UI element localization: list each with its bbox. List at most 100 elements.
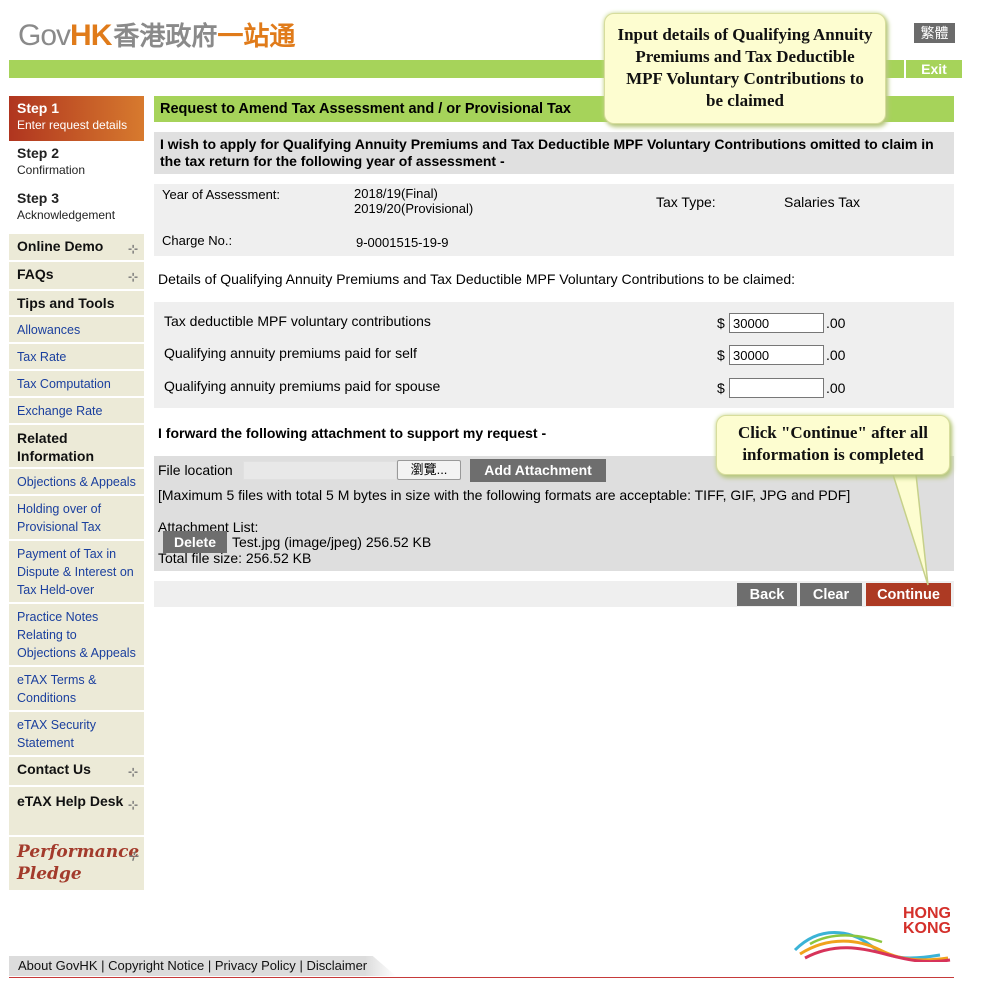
cents-suffix: .00 bbox=[826, 347, 846, 363]
sidebar-item-label: eTAX Help Desk bbox=[17, 793, 124, 809]
step-title: Step 3 bbox=[17, 190, 60, 206]
browse-button[interactable]: 瀏覽... bbox=[397, 460, 461, 480]
details-instruction: Details of Qualifying Annuity Premiums a… bbox=[158, 271, 796, 287]
sidebar-item-performance-pledge[interactable]: Performance Pledge ⊹ bbox=[9, 837, 144, 892]
sidebar-item-faqs[interactable]: FAQs ⊹ bbox=[9, 262, 144, 291]
currency-symbol: $ bbox=[717, 315, 725, 331]
annuity-spouse-input[interactable] bbox=[729, 378, 824, 398]
total-file-size: Total file size: 256.52 KB bbox=[158, 550, 312, 566]
sidebar-item-label: Exchange Rate bbox=[17, 404, 103, 418]
sidebar-item-label: Payment of Tax in Dispute & Interest on … bbox=[17, 547, 134, 597]
footer-link-privacy[interactable]: Privacy Policy bbox=[215, 958, 296, 973]
sidebar-link-tax-rate[interactable]: Tax Rate bbox=[9, 344, 144, 371]
callout-pointer bbox=[889, 465, 929, 586]
expand-plus-icon: ⊹ bbox=[127, 270, 138, 284]
sidebar: Step 1 Enter request details Step 2 Conf… bbox=[9, 96, 144, 892]
sidebar-step-1: Step 1 Enter request details bbox=[9, 96, 144, 141]
footer-link-copyright[interactable]: Copyright Notice bbox=[108, 958, 204, 973]
expand-plus-icon: ⊹ bbox=[127, 242, 138, 256]
yoa-line-2: 2019/20(Provisional) bbox=[354, 201, 474, 216]
logo-hk-text: HK bbox=[70, 19, 112, 52]
logo-gov-text: Gov bbox=[18, 19, 71, 52]
sidebar-item-etax-help-desk[interactable]: eTAX Help Desk ⊹ bbox=[9, 787, 144, 837]
sidebar-link-etax-terms[interactable]: eTAX Terms & Conditions bbox=[9, 667, 144, 712]
expand-plus-icon: ⊹ bbox=[127, 765, 138, 779]
footer-divider bbox=[9, 977, 954, 978]
charge-no-label: Charge No.: bbox=[162, 233, 233, 248]
sidebar-step-2: Step 2 Confirmation bbox=[9, 141, 144, 186]
sidebar-item-label: eTAX Terms & Conditions bbox=[17, 673, 97, 705]
add-attachment-button[interactable]: Add Attachment bbox=[470, 459, 606, 482]
amounts-panel: Tax deductible MPF voluntary contributio… bbox=[154, 302, 954, 408]
logo-zh2-text: 一站通 bbox=[217, 21, 296, 51]
step-title: Step 2 bbox=[17, 145, 60, 161]
exit-button[interactable]: Exit bbox=[904, 60, 962, 78]
sidebar-link-practice-notes[interactable]: Practice Notes Relating to Objections & … bbox=[9, 604, 144, 667]
sidebar-item-label: Allowances bbox=[17, 323, 81, 337]
back-button[interactable]: Back bbox=[737, 583, 797, 606]
sidebar-heading-related-info: Related Information bbox=[9, 425, 144, 469]
footer-separator: | bbox=[299, 958, 303, 973]
annuity-self-input[interactable] bbox=[729, 345, 824, 365]
attachment-file-entry: Test.jpg (image/jpeg) 256.52 KB bbox=[232, 534, 432, 550]
intro-statement: I wish to apply for Qualifying Annuity P… bbox=[154, 132, 954, 174]
sidebar-link-objections-appeals[interactable]: Objections & Appeals bbox=[9, 469, 144, 496]
sidebar-link-tax-computation[interactable]: Tax Computation bbox=[9, 371, 144, 398]
logo-zh-text: 香港政府 bbox=[113, 21, 218, 51]
file-location-label: File location bbox=[158, 462, 233, 478]
dragon-swirl-icon bbox=[793, 931, 951, 962]
sidebar-item-label: FAQs bbox=[17, 266, 54, 282]
sidebar-link-holding-over[interactable]: Holding over of Provisional Tax bbox=[9, 496, 144, 541]
sidebar-item-contact-us[interactable]: Contact Us ⊹ bbox=[9, 757, 144, 787]
language-toggle-button[interactable]: 繁體 bbox=[914, 23, 955, 43]
attachment-heading: I forward the following attachment to su… bbox=[158, 425, 547, 441]
amount-label-mpf: Tax deductible MPF voluntary contributio… bbox=[164, 313, 431, 329]
step-subtitle: Confirmation bbox=[17, 163, 86, 177]
sidebar-item-label: Tax Computation bbox=[17, 377, 111, 391]
brand-text-hong: HONG bbox=[903, 905, 951, 922]
action-button-row: Back Clear Continue bbox=[154, 581, 954, 607]
step-subtitle: Acknowledgement bbox=[17, 208, 116, 222]
footer-link-disclaimer[interactable]: Disclaimer bbox=[306, 958, 367, 973]
currency-symbol: $ bbox=[717, 347, 725, 363]
assessment-info-panel: Year of Assessment: 2018/19(Final) 2019/… bbox=[154, 184, 954, 256]
govhk-logo[interactable]: Gov HK 香港政府 一站通 bbox=[18, 16, 296, 52]
file-limit-note: [Maximum 5 files with total 5 M bytes in… bbox=[158, 487, 851, 503]
expand-plus-icon: ⊹ bbox=[127, 849, 138, 863]
sidebar-step-3: Step 3 Acknowledgement bbox=[9, 186, 144, 234]
footer-separator: | bbox=[101, 958, 105, 973]
sidebar-item-label: Contact Us bbox=[17, 761, 91, 777]
brand-hong-kong-logo: HONG KONG bbox=[790, 906, 955, 962]
clear-button[interactable]: Clear bbox=[800, 583, 862, 606]
sidebar-link-payment-of-tax[interactable]: Payment of Tax in Dispute & Interest on … bbox=[9, 541, 144, 604]
footer-link-about[interactable]: About GovHK bbox=[18, 958, 98, 973]
yoa-label: Year of Assessment: bbox=[162, 187, 281, 202]
tax-type-label: Tax Type: bbox=[656, 194, 716, 210]
sidebar-item-label: Online Demo bbox=[17, 238, 104, 254]
amount-label-annuity-self: Qualifying annuity premiums paid for sel… bbox=[164, 345, 417, 361]
instruction-callout-continue: Click "Continue" after all information i… bbox=[716, 415, 950, 475]
cents-suffix: .00 bbox=[826, 380, 846, 396]
footer-separator: | bbox=[207, 958, 212, 973]
sidebar-heading-tips-tools: Tips and Tools bbox=[9, 291, 144, 317]
cents-suffix: .00 bbox=[826, 315, 846, 331]
mpf-contributions-input[interactable] bbox=[729, 313, 824, 333]
step-subtitle: Enter request details bbox=[17, 118, 128, 132]
sidebar-link-exchange-rate[interactable]: Exchange Rate bbox=[9, 398, 144, 425]
expand-plus-icon: ⊹ bbox=[127, 798, 138, 812]
sidebar-item-label: Objections & Appeals bbox=[17, 475, 136, 489]
instruction-callout-top: Input details of Qualifying Annuity Prem… bbox=[604, 13, 886, 124]
charge-no-value: 9-0001515-19-9 bbox=[356, 235, 449, 250]
sidebar-link-etax-security[interactable]: eTAX Security Statement bbox=[9, 712, 144, 757]
yoa-line-1: 2018/19(Final) bbox=[354, 186, 438, 201]
tax-type-value: Salaries Tax bbox=[784, 194, 861, 210]
sidebar-item-label: Tax Rate bbox=[17, 350, 67, 364]
file-location-input[interactable] bbox=[243, 461, 397, 480]
footer-links: About GovHK | Copyright Notice | Privacy… bbox=[9, 956, 396, 976]
sidebar-item-online-demo[interactable]: Online Demo ⊹ bbox=[9, 234, 144, 262]
sidebar-item-label: Practice Notes Relating to Objections & … bbox=[17, 610, 136, 660]
sidebar-link-allowances[interactable]: Allowances bbox=[9, 317, 144, 344]
currency-symbol: $ bbox=[717, 380, 725, 396]
sidebar-item-label: Holding over of Provisional Tax bbox=[17, 502, 102, 534]
sidebar-item-label: Tips and Tools bbox=[17, 295, 115, 311]
